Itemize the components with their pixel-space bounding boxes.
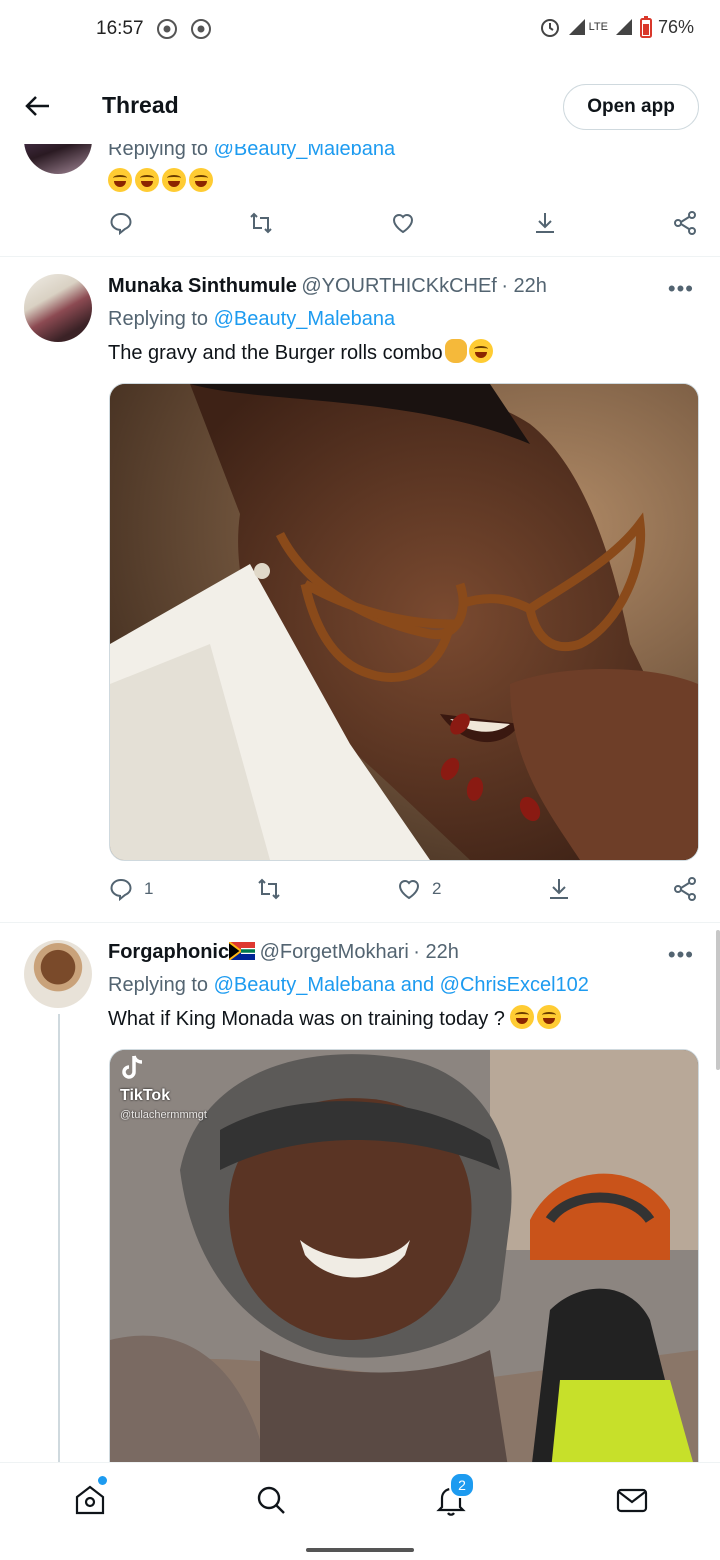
- tiktok-watermark: TikTok @tulachermmmgt: [120, 1054, 207, 1123]
- chrome-notification-icon: [191, 19, 211, 39]
- share-icon: [674, 877, 696, 901]
- share-button[interactable]: [672, 210, 698, 236]
- home-unread-dot: [98, 1476, 107, 1485]
- like-count: 2: [432, 879, 442, 898]
- tiktok-label: TikTok: [120, 1087, 171, 1104]
- tiktok-username: @tulachermmmgt: [120, 1109, 207, 1121]
- tweet-media-video[interactable]: TikTok @tulachermmmgt: [109, 1049, 699, 1481]
- alarm-icon: [540, 19, 559, 37]
- mention-link[interactable]: @Beauty_Malebana: [214, 308, 396, 330]
- south-africa-flag-icon: [228, 941, 256, 961]
- reply-icon: [110, 878, 132, 902]
- bottom-navigation: 2: [0, 1462, 720, 1537]
- heart-icon: [392, 214, 414, 234]
- nav-messages[interactable]: [615, 1483, 649, 1517]
- user-handle[interactable]: @YOURTHICKkCHEf: [301, 275, 497, 297]
- replying-to: Replying to @Beauty_Malebana and @ChrisE…: [108, 974, 589, 996]
- laughing-emoji: [468, 339, 493, 363]
- nav-search[interactable]: [254, 1483, 288, 1517]
- mention-link[interactable]: @Beauty_Malebana and @ChrisExcel102: [214, 974, 589, 996]
- tweet-header: Forgaphonic @ForgetMokhari · 22h: [108, 941, 459, 964]
- mail-icon: [616, 1488, 648, 1513]
- share-icon: [674, 211, 696, 235]
- laughing-emoji: [108, 168, 132, 192]
- laughing-emoji: [135, 168, 159, 192]
- thread-line: [58, 1014, 60, 1462]
- back-arrow-icon[interactable]: [22, 90, 54, 122]
- download-icon: [550, 879, 568, 899]
- tiktok-icon: [122, 1055, 143, 1079]
- laughing-emoji: [162, 168, 186, 192]
- reply-button[interactable]: 1: [108, 876, 153, 902]
- replying-to: Replying to @Beauty_Malebana: [108, 308, 396, 330]
- retweet-icon: [258, 878, 280, 900]
- tweet-actions: [108, 210, 698, 244]
- laughing-emoji: [537, 1005, 562, 1029]
- user-avatar[interactable]: [24, 940, 92, 1008]
- download-button[interactable]: [546, 876, 572, 902]
- ok-hand-emoji: [444, 339, 467, 363]
- notification-badge: 2: [449, 1472, 475, 1498]
- share-button[interactable]: [672, 876, 698, 902]
- user-avatar[interactable]: [24, 274, 92, 342]
- divider: [0, 256, 720, 257]
- battery-level: 76%: [657, 16, 694, 37]
- tweet-time: · 22h: [501, 275, 547, 297]
- chrome-notification-icon: [157, 19, 177, 39]
- retweet-icon: [250, 212, 272, 234]
- home-indicator[interactable]: [306, 1548, 414, 1552]
- display-name[interactable]: Munaka Sinthumule: [108, 275, 297, 297]
- tweet-time: · 22h: [413, 941, 459, 963]
- laughing-emoji: [189, 168, 213, 192]
- nav-notifications[interactable]: 2: [434, 1472, 475, 1517]
- reply-count: 1: [144, 879, 154, 898]
- woman-laughing-photo: [110, 384, 698, 860]
- reply-button[interactable]: [108, 210, 134, 236]
- network-type: LTE: [588, 20, 608, 33]
- more-options-button[interactable]: •••: [668, 942, 694, 968]
- home-icon: [75, 1485, 105, 1515]
- like-button[interactable]: [390, 210, 416, 236]
- top-bar: Thread Open app: [0, 68, 720, 144]
- download-button[interactable]: [532, 210, 558, 236]
- retweet-button[interactable]: [248, 210, 274, 236]
- display-name[interactable]: Forgaphonic: [108, 941, 229, 963]
- tweet-header: Munaka Sinthumule @YOURTHICKkCHEf · 22h: [108, 275, 547, 298]
- tweet-text: The gravy and the Burger rolls combo: [108, 339, 496, 365]
- signal-icon: [568, 19, 585, 35]
- status-bar: 16:57 LTE 76%: [0, 0, 720, 60]
- nav-home[interactable]: [73, 1476, 107, 1517]
- status-time: 16:57: [96, 18, 144, 39]
- battery-icon: [639, 16, 652, 38]
- tweet-media-image[interactable]: [109, 383, 699, 861]
- more-options-button[interactable]: •••: [668, 276, 694, 302]
- user-handle[interactable]: @ForgetMokhari: [260, 941, 409, 963]
- tweet-text: [108, 168, 216, 194]
- retweet-button[interactable]: [256, 876, 282, 902]
- reply-icon: [110, 212, 132, 236]
- divider: [0, 922, 720, 923]
- laughing-emoji: [510, 1005, 535, 1029]
- search-icon: [257, 1486, 285, 1514]
- scrollbar[interactable]: [716, 930, 720, 1070]
- tweet-actions: 1 2: [108, 876, 698, 910]
- like-button[interactable]: 2: [396, 876, 441, 902]
- heart-icon: [398, 880, 420, 900]
- open-app-button[interactable]: Open app: [563, 84, 699, 130]
- download-icon: [536, 213, 554, 233]
- page-title: Thread: [102, 92, 179, 118]
- signal-icon: [615, 19, 632, 35]
- tweet-text: What if King Monada was on training toda…: [108, 1005, 564, 1031]
